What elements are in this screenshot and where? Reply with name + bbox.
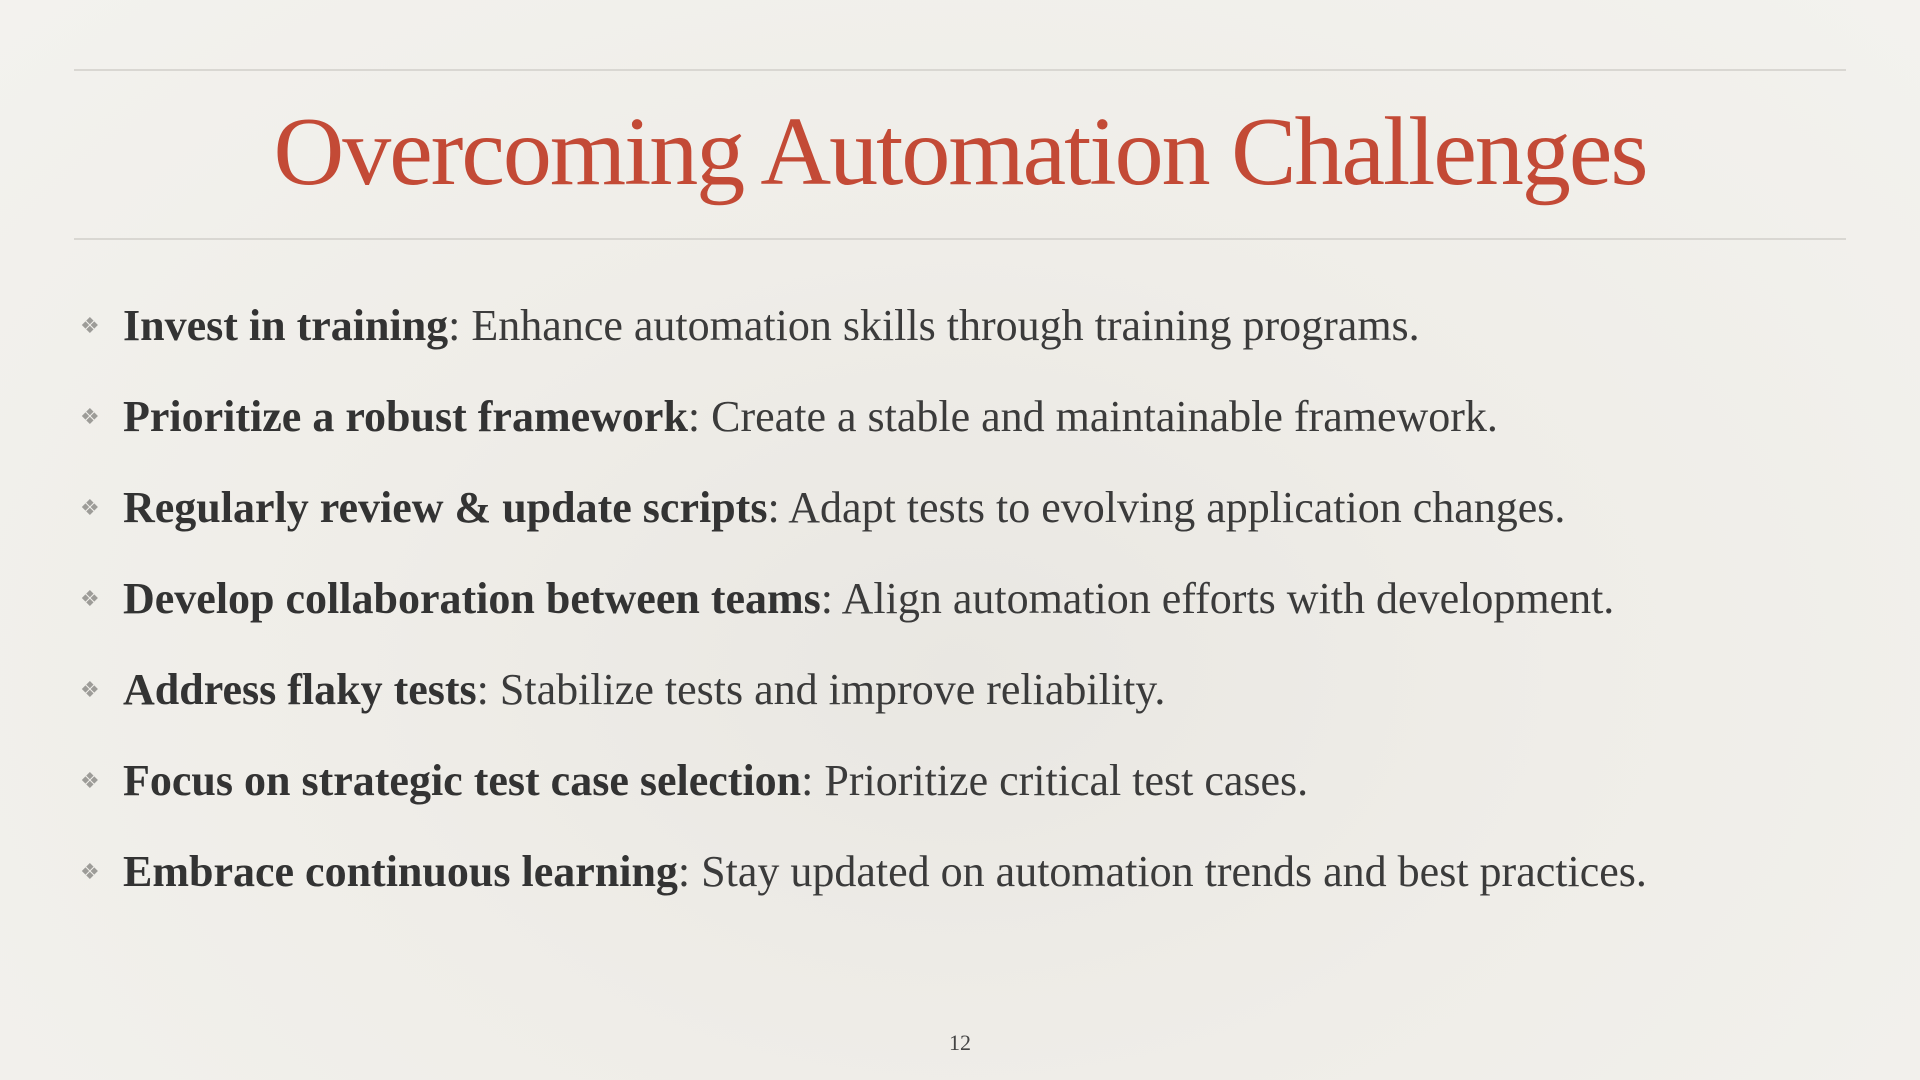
bullet-separator: : <box>801 756 814 805</box>
diamond-flourish-icon: ❖ <box>80 404 100 429</box>
bullet-item: ❖ Develop collaboration between teams: A… <box>0 569 1920 629</box>
bullet-item: ❖ Regularly review & update scripts: Ada… <box>0 478 1920 538</box>
bullet-term: Embrace continuous learning <box>123 847 678 896</box>
title-top-rule <box>74 69 1846 71</box>
bullet-term: Prioritize a robust framework <box>123 392 688 441</box>
bullet-separator: : <box>448 301 461 350</box>
diamond-flourish-icon: ❖ <box>80 768 100 793</box>
bullet-text: Enhance automation skills through traini… <box>460 301 1420 350</box>
bullet-item: ❖ Prioritize a robust framework: Create … <box>0 387 1920 447</box>
bullet-separator: : <box>677 847 691 896</box>
bullet-term: Address flaky tests <box>123 665 477 714</box>
title-bottom-rule <box>74 238 1846 240</box>
page-number: 12 <box>949 1030 971 1055</box>
bullet-text: Stay updated on automation trends and be… <box>690 847 1647 896</box>
bullet-text: Create a stable and maintainable framewo… <box>700 392 1498 441</box>
bullet-item: ❖ Focus on strategic test case selection… <box>0 751 1920 811</box>
bullet-term: Develop collaboration between teams <box>123 574 821 623</box>
bullet-text: Adapt tests to evolving application chan… <box>779 483 1566 532</box>
bullet-list: ❖ Invest in training: Enhance automation… <box>0 296 1920 933</box>
bullet-term: Invest in training <box>123 301 449 350</box>
diamond-flourish-icon: ❖ <box>80 495 100 520</box>
diamond-flourish-icon: ❖ <box>80 586 100 611</box>
bullet-item: ❖ Invest in training: Enhance automation… <box>0 296 1920 356</box>
bullet-term: Regularly review & update scripts <box>123 483 768 532</box>
diamond-flourish-icon: ❖ <box>80 313 100 338</box>
bullet-separator: : <box>820 574 834 623</box>
bullet-separator: : <box>767 483 780 532</box>
slide-title: Overcoming Automation Challenges <box>273 98 1648 206</box>
bullet-separator: : <box>687 392 701 441</box>
bullet-separator: : <box>476 665 489 714</box>
bullet-item: ❖ Address flaky tests: Stabilize tests a… <box>0 660 1920 720</box>
bullet-text: Prioritize critical test cases. <box>813 756 1309 805</box>
bullet-text: Align automation efforts with developmen… <box>833 574 1615 623</box>
bullet-text: Stabilize tests and improve reliability. <box>488 665 1166 714</box>
bullet-item: ❖ Embrace continuous learning: Stay upda… <box>0 842 1920 902</box>
bullet-term: Focus on strategic test case selection <box>123 756 802 805</box>
diamond-flourish-icon: ❖ <box>80 677 100 702</box>
diamond-flourish-icon: ❖ <box>80 859 100 884</box>
